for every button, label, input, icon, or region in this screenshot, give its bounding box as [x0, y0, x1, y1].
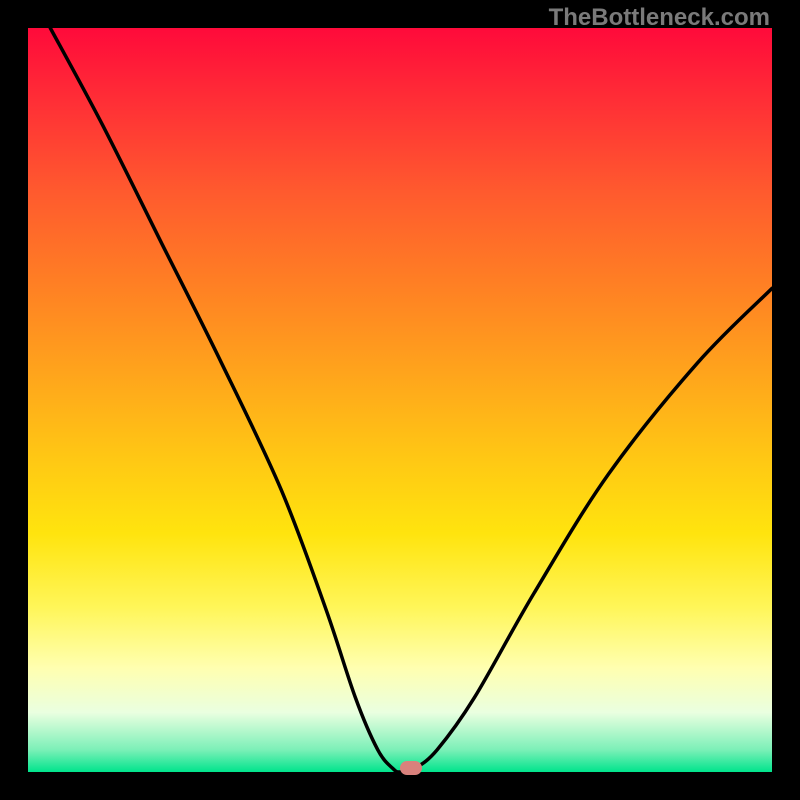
chart-frame: TheBottleneck.com — [0, 0, 800, 800]
minimum-marker — [400, 761, 422, 775]
curve-path — [50, 28, 772, 772]
plot-area — [28, 28, 772, 772]
bottleneck-curve — [28, 28, 772, 772]
